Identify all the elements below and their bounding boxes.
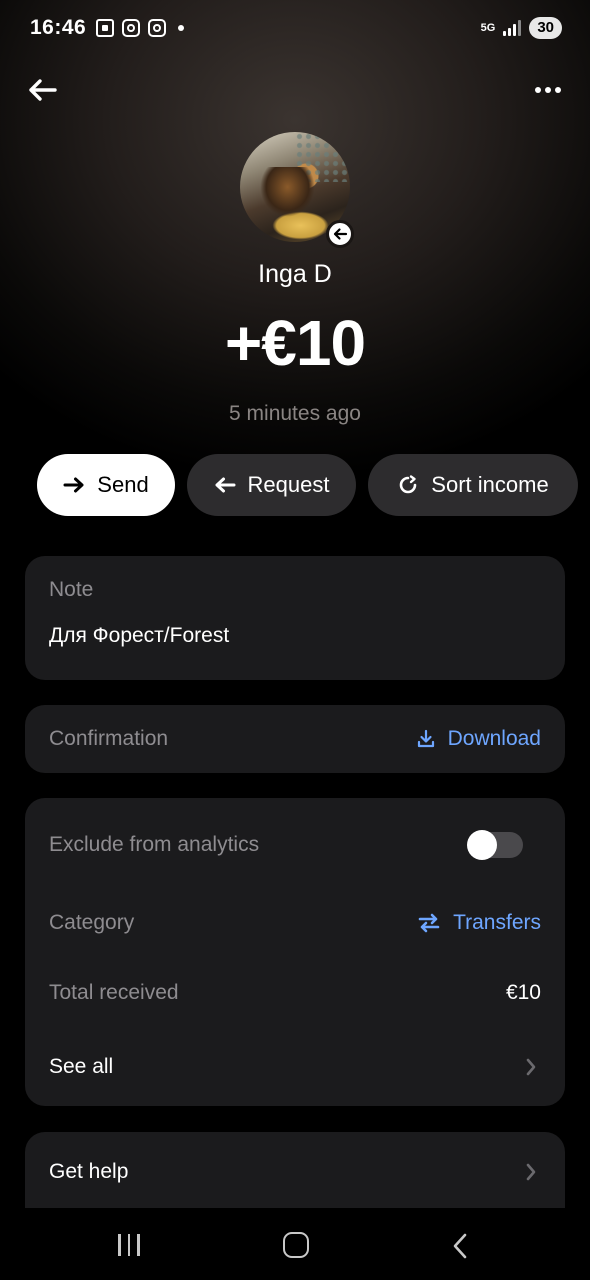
chevron-right-icon — [521, 1057, 541, 1077]
category-value-label: Transfers — [453, 911, 541, 934]
category-row[interactable]: Category Transfers — [49, 888, 541, 958]
request-button[interactable]: Request — [187, 454, 356, 516]
back-button[interactable] — [22, 70, 62, 110]
recents-icon — [118, 1234, 121, 1256]
notification-icons — [96, 19, 185, 37]
home-button[interactable] — [283, 1232, 309, 1258]
incoming-arrow-icon — [326, 220, 354, 248]
transaction-time: 5 minutes ago — [229, 402, 361, 425]
instagram-icon — [148, 19, 167, 37]
top-nav — [0, 66, 590, 116]
network-type: 5G — [480, 22, 496, 34]
more-dots-icon — [535, 87, 541, 93]
arrow-right-icon — [63, 477, 84, 493]
category-label: Category — [49, 911, 135, 934]
system-back-button[interactable] — [450, 1232, 470, 1265]
total-received-row: Total received €10 — [49, 958, 541, 1028]
download-button[interactable]: Download — [416, 727, 541, 751]
exclude-analytics-label: Exclude from analytics — [49, 833, 260, 856]
system-nav-bar — [0, 1208, 590, 1280]
exclude-analytics-toggle[interactable] — [467, 830, 523, 860]
counterparty-name: Inga D — [258, 260, 332, 288]
total-received-value: €10 — [505, 981, 541, 1004]
chevron-left-icon — [453, 1233, 467, 1259]
request-label: Request — [247, 472, 330, 497]
note-label: Note — [49, 578, 94, 601]
sort-income-label: Sort income — [431, 472, 549, 497]
download-label: Download — [447, 727, 541, 750]
status-right: 5G 30 — [481, 17, 562, 39]
avatar-container — [240, 132, 354, 248]
transfer-arrows-icon — [418, 913, 440, 933]
send-label: Send — [97, 472, 149, 497]
arrow-left-icon — [29, 79, 57, 101]
chevron-right-icon — [521, 1162, 541, 1182]
get-help-row[interactable]: Get help — [25, 1132, 565, 1212]
scan-icon — [96, 19, 115, 37]
confirmation-label: Confirmation — [49, 727, 169, 750]
sort-income-button[interactable]: Sort income — [368, 454, 578, 516]
recents-button[interactable] — [118, 1234, 140, 1256]
get-help-label: Get help — [49, 1160, 129, 1183]
note-text: Для Форест/Forest — [49, 624, 230, 647]
details-card: Exclude from analytics Category Transfer… — [25, 798, 565, 1106]
transaction-amount: +€10 — [224, 307, 366, 379]
arrow-left-icon — [215, 477, 236, 493]
category-value[interactable]: Transfers — [417, 911, 541, 935]
battery-indicator: 30 — [529, 17, 562, 39]
confirmation-card: Confirmation Download — [25, 705, 565, 773]
download-icon — [417, 729, 434, 748]
signal-icon — [503, 20, 522, 36]
see-all-row[interactable]: See all — [49, 1032, 541, 1102]
more-options-button[interactable] — [528, 70, 568, 110]
total-received-label: Total received — [49, 981, 179, 1004]
exclude-analytics-row: Exclude from analytics — [49, 810, 541, 880]
status-bar: 16:46 5G 30 — [0, 0, 590, 56]
note-card: Note Для Форест/Forest — [25, 556, 565, 680]
refresh-icon — [400, 475, 417, 494]
send-button[interactable]: Send — [37, 454, 175, 516]
more-notifications-dot-icon — [178, 25, 185, 31]
status-time: 16:46 — [30, 16, 87, 39]
action-buttons: Send Request Sort income — [37, 454, 578, 516]
instagram-icon — [122, 19, 141, 37]
see-all-label: See all — [49, 1055, 114, 1078]
